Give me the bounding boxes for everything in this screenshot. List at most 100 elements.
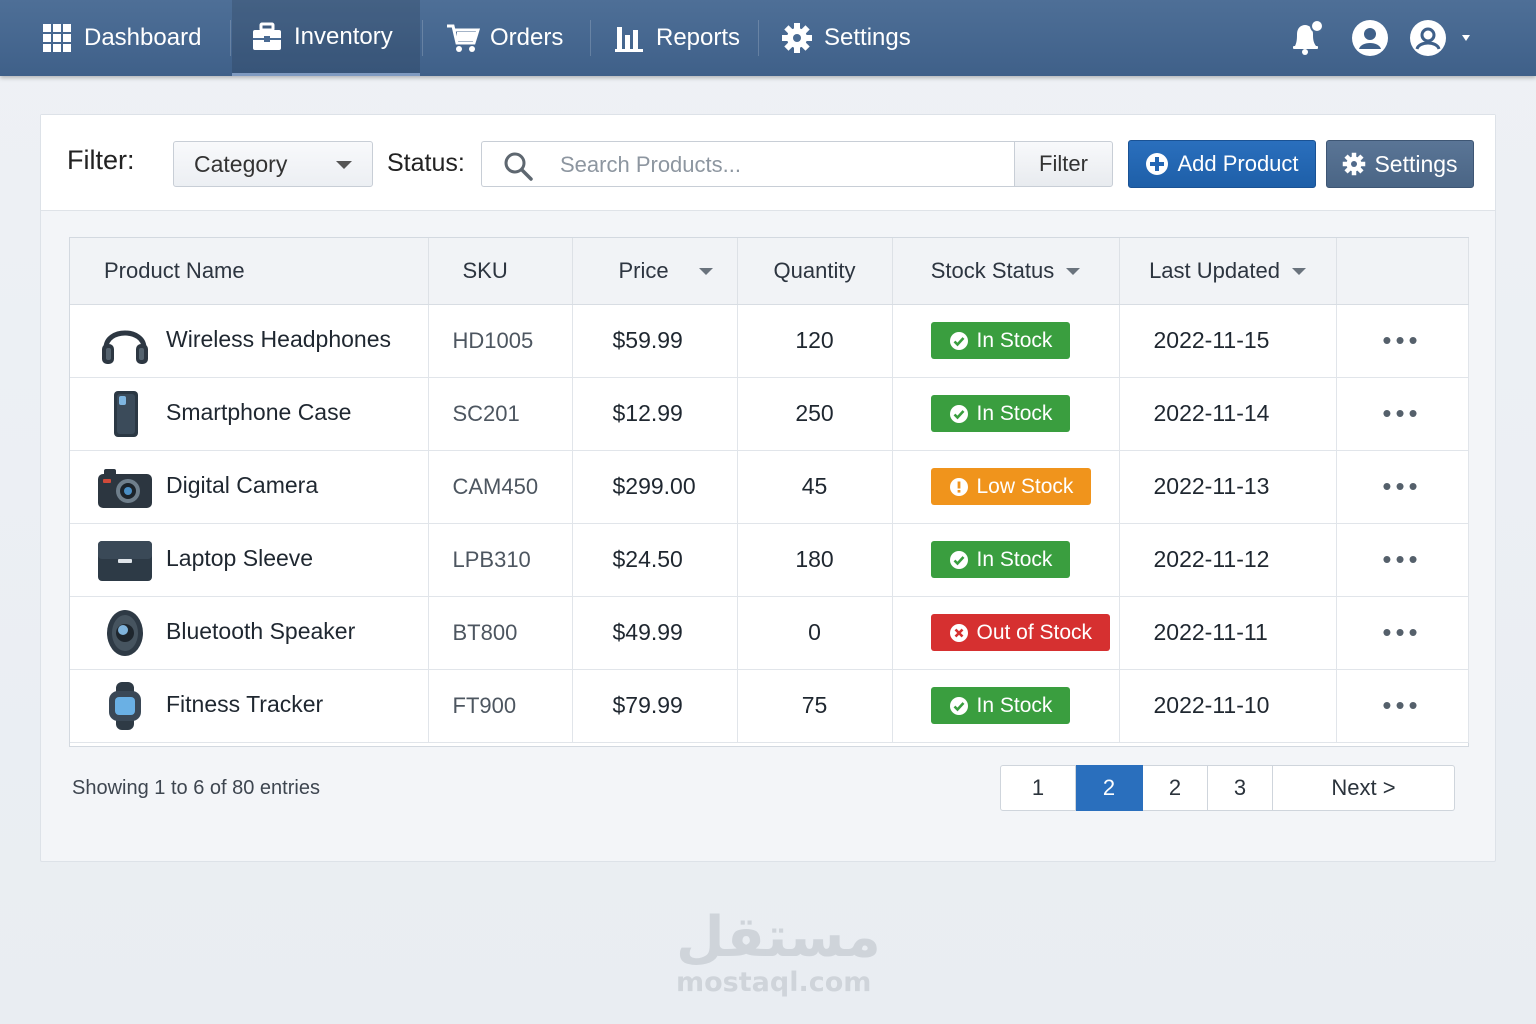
headphones-icon	[96, 316, 154, 366]
phone-case-icon	[96, 389, 154, 439]
table-row[interactable]: Fitness Tracker FT900 $79.99 75 In Stock 2022…	[70, 669, 1469, 743]
nav-label: Dashboard	[84, 24, 202, 51]
tracker-icon	[96, 681, 154, 731]
more-options-icon[interactable]: •••	[1382, 471, 1421, 501]
more-options-icon[interactable]: •••	[1382, 398, 1421, 428]
cell-last-updated: 2022-11-11	[1119, 596, 1337, 670]
header-last-updated[interactable]: Last Updated	[1119, 238, 1337, 305]
status-text: Out of Stock	[976, 620, 1093, 644]
search-input[interactable]	[560, 150, 1000, 180]
cell-sku: SC201	[428, 377, 573, 451]
page-button[interactable]: 3	[1208, 765, 1273, 811]
add-product-button[interactable]: Add Product	[1128, 140, 1316, 188]
nav-label: Settings	[824, 24, 911, 51]
check-circle-icon	[949, 404, 969, 424]
nav-item-inventory[interactable]: Inventory	[232, 0, 420, 76]
table-row[interactable]: Bluetooth Speaker BT800 $49.99 0 Out of Stoc…	[70, 596, 1469, 670]
cell-actions: •••	[1336, 596, 1469, 670]
more-options-icon[interactable]: •••	[1382, 690, 1421, 720]
entries-summary: Showing 1 to 6 of 80 entries	[72, 777, 320, 799]
page-button-active[interactable]: 2	[1076, 765, 1143, 811]
sort-caret-icon	[698, 268, 713, 276]
nav-label: Orders	[490, 24, 564, 51]
category-select[interactable]: Category	[173, 141, 373, 187]
bar-chart-icon	[612, 21, 646, 55]
account-menu[interactable]	[1408, 18, 1484, 58]
header-actions	[1336, 238, 1469, 305]
laptop-sleeve-icon	[96, 535, 154, 585]
table-header-row: Product Name SKU Price Quantity Stock St…	[70, 238, 1469, 305]
more-options-icon[interactable]: •••	[1382, 544, 1421, 574]
cell-stock-status: In Stock	[892, 304, 1120, 378]
cell-product-name: Bluetooth Speaker	[70, 596, 429, 670]
more-options-icon[interactable]: •••	[1382, 325, 1421, 355]
nav-item-reports[interactable]: Reports	[612, 0, 740, 76]
camera-icon	[96, 462, 154, 512]
cell-stock-status: Low Stock	[892, 450, 1120, 524]
header-stock-status[interactable]: Stock Status	[892, 238, 1120, 305]
product-name-text: Bluetooth Speaker	[166, 617, 356, 644]
header-sku[interactable]: SKU	[428, 238, 573, 305]
status-badge: Out of Stock	[930, 614, 1111, 651]
cell-quantity: 180	[737, 523, 893, 597]
status-text: In Stock	[976, 547, 1053, 571]
header-quantity[interactable]: Quantity	[737, 238, 893, 305]
status-badge: In Stock	[930, 395, 1071, 432]
toolbox-icon	[250, 20, 284, 54]
status-badge: Low Stock	[930, 468, 1092, 505]
cell-quantity: 250	[737, 377, 893, 451]
product-name-text: Fitness Tracker	[166, 690, 324, 717]
table-row[interactable]: Laptop Sleeve LPB310 $24.50 180 In Stock 2022…	[70, 523, 1469, 597]
status-text: In Stock	[976, 328, 1053, 352]
settings-button[interactable]: Settings	[1326, 140, 1474, 188]
table-row[interactable]: Wireless Headphones HD1005 $59.99 120 In Sto…	[70, 304, 1469, 378]
cell-product-name: Wireless Headphones	[70, 304, 429, 378]
plus-circle-icon	[1145, 152, 1169, 176]
header-price[interactable]: Price	[572, 238, 738, 305]
sort-caret-icon	[1066, 268, 1081, 276]
cell-actions: •••	[1336, 669, 1469, 743]
cell-actions: •••	[1336, 523, 1469, 597]
product-name-text: Wireless Headphones	[166, 325, 392, 352]
cell-quantity: 45	[737, 450, 893, 524]
table-row[interactable]: Smartphone Case SC201 $12.99 250 In Stock 202…	[70, 377, 1469, 451]
status-label: Status:	[387, 149, 465, 177]
cell-stock-status: In Stock	[892, 669, 1120, 743]
status-text: Low Stock	[976, 474, 1074, 498]
cell-product-name: Smartphone Case	[70, 377, 429, 451]
table-row[interactable]: Digital Camera CAM450 $299.00 45 Low Stock 20…	[70, 450, 1469, 524]
search-box	[481, 141, 1015, 187]
products-table: Product Name SKU Price Quantity Stock St…	[69, 237, 1469, 747]
check-circle-icon	[949, 331, 969, 351]
next-page-button[interactable]: Next >	[1273, 765, 1455, 811]
nav-item-settings[interactable]: Settings	[780, 0, 911, 76]
status-text: In Stock	[976, 693, 1053, 717]
nav-item-dashboard[interactable]: Dashboard	[40, 0, 201, 76]
status-badge: In Stock	[930, 322, 1071, 359]
cell-sku: CAM450	[428, 450, 573, 524]
nav-item-orders[interactable]: Orders	[446, 0, 563, 76]
cell-actions: •••	[1336, 450, 1469, 524]
watermark-logo: مستقل mostaql.com	[676, 908, 881, 998]
cell-last-updated: 2022-11-10	[1119, 669, 1337, 743]
filter-button[interactable]: Filter	[1014, 141, 1113, 187]
more-options-icon[interactable]: •••	[1382, 617, 1421, 647]
watermark-latin: mostaql.com	[676, 967, 872, 998]
category-value: Category	[194, 150, 288, 177]
add-product-label: Add Product	[1177, 151, 1299, 176]
page-button[interactable]: 1	[1000, 765, 1076, 811]
cell-sku: HD1005	[428, 304, 573, 378]
cart-icon	[446, 21, 480, 55]
grid-icon	[40, 21, 74, 55]
pagination: 1 2 2 3 Next >	[1000, 765, 1455, 811]
nav-label: Reports	[656, 24, 741, 51]
cell-product-name: Digital Camera	[70, 450, 429, 524]
header-product-name[interactable]: Product Name	[70, 238, 429, 305]
bell-icon[interactable]	[1286, 18, 1326, 58]
user-icon[interactable]	[1350, 18, 1390, 58]
page-button[interactable]: 2	[1143, 765, 1208, 811]
cell-stock-status: In Stock	[892, 523, 1120, 597]
filter-label: Filter:	[67, 145, 135, 175]
check-circle-icon	[949, 696, 969, 716]
x-circle-icon	[949, 623, 969, 643]
